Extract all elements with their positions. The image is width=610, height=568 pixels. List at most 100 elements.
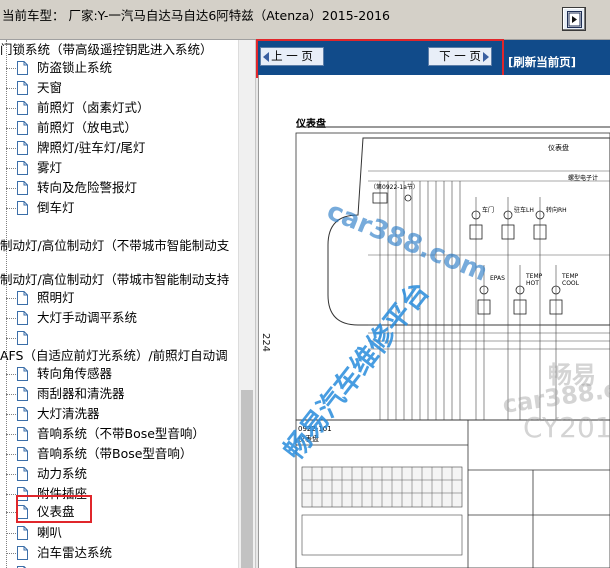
tree-item[interactable]: 大灯清洗器 [0,404,238,424]
tree-item-label: 大灯手动调平系统 [37,310,138,325]
tree-item-label: 前照灯（放电式） [37,120,138,135]
tree-item[interactable]: 前照灯（放电式） [0,118,238,138]
tree-branch-line [6,414,16,415]
ref-code: （第0922-1a节） [370,184,419,191]
tree-branch-line [6,298,16,299]
document-icon [17,121,28,135]
tree-item-label: 制动灯/高位制动灯（不带城市智能制动支 [0,238,230,253]
tree-branch-line [6,148,16,149]
tree-branch-line [6,108,16,109]
tree-scrollbar[interactable] [238,40,255,568]
tree-branch-line [6,434,16,435]
tree-item[interactable]: 喇叭 [0,523,238,543]
tree-item[interactable]: 音响系统（带Bose型音响） [0,444,238,464]
selected-item-highlight-box [16,495,92,523]
tree-item[interactable]: 倒车灯 [0,198,238,218]
page-number: 224 [260,332,272,353]
tree-item-label: 动力系统 [37,466,88,481]
tree-item-label: 音响系统（带Bose型音响） [37,446,193,461]
tree-branch-line [6,454,16,455]
label-park-lh: 驻车LH [514,207,534,214]
document-icon [17,81,28,95]
tree-branch-line [6,512,16,513]
tree-item[interactable]: 制动灯/高位制动灯（带城市智能制动支持 [0,270,238,290]
tree-item-label: 音响系统（不带Bose型音响） [37,426,205,441]
tree-item-label: 倒车灯 [37,200,75,215]
watermark-cy2016: CY2016 [523,411,610,444]
tree-item[interactable]: 天窗 [0,78,238,98]
document-icon [17,447,28,461]
tree-branch-line [6,494,16,495]
toggle-view-button[interactable] [562,7,586,31]
tree-item-label: 泊车雷达系统 [37,545,113,560]
tree-item[interactable]: AFS（自适应前灯光系统）/前照灯自动调 [0,346,238,366]
label-turn-rh: 转向RH [546,207,567,214]
tree-item[interactable]: 雨刮器和清洗器 [0,384,238,404]
tree-branch-line [6,374,16,375]
tree-item[interactable]: 制动灯/高位制动灯（不带城市智能制动支 [0,236,238,256]
document-icon [17,467,28,481]
tree-branch-line [6,128,16,129]
tree-item[interactable]: 泊车雷达系统 [0,543,238,563]
tree-item-label: 防盗锁止系统 [37,60,113,75]
tree-item-label: 喇叭 [37,525,63,540]
tree-item-label: 牌照灯/驻车灯/尾灯 [37,140,146,155]
diagram-title: 仪表盘 [296,119,326,130]
tree-item-label: 雾灯 [37,160,63,175]
label-door: 车门 [482,207,495,214]
tree-item[interactable]: 照明灯 [0,288,238,308]
panel-toggle-icon [567,11,582,28]
tree-branch-line [6,533,16,534]
tree-item-label: 转向角传感器 [37,366,113,381]
tree-branch-line [6,338,16,339]
document-icon [17,141,28,155]
tree-item-label: 照明灯 [37,290,75,305]
document-icon [17,526,28,540]
document-icon [17,161,28,175]
tree-item-label: 转向及危险警报灯 [37,180,138,195]
document-icon [17,367,28,381]
tree-branch-line [6,553,16,554]
tree-item-label: 前照灯（卤素灯式） [37,100,150,115]
document-icon [17,61,28,75]
tree-item[interactable] [0,328,238,348]
inner-title: 仪表盘 [548,144,569,152]
document-icon [17,427,28,441]
title-bar: 当前车型： 厂家:Y-一汽马自达马自达6阿特兹（Atenza）2015-2016 [0,0,610,40]
tree-branch-line [6,188,16,189]
document-viewer[interactable]: 仪表盘 仪表盘 螺型电子计 （第0922-1a节） 车门 驻车LH 转向RH E… [258,75,610,568]
tree-item[interactable]: 门锁系统（带高级遥控钥匙进入系统） [0,40,238,60]
tree-item-label: AFS（自适应前灯光系统）/前照灯自动调 [0,348,228,363]
tree-item[interactable]: 动力系统 [0,464,238,484]
tree-item[interactable]: 雾灯 [0,158,238,178]
tree-branch-line [6,208,16,209]
tree-scroll-thumb[interactable] [241,390,253,568]
chapter-tree[interactable]: 门锁系统（带高级遥控钥匙进入系统） 防盗锁止系统 天窗前照灯（卤素灯式） 前照灯（放电… [0,40,238,568]
document-icon [17,407,28,421]
tree-item[interactable] [0,563,238,568]
document-icon [17,311,28,325]
document-icon [17,546,28,560]
tree-branch-line [6,168,16,169]
tree-item-label: 门锁系统（带高级遥控钥匙进入系统） [0,42,213,57]
tree-item-label: 制动灯/高位制动灯（带城市智能制动支持 [0,272,230,287]
tree-item[interactable]: 转向角传感器 [0,364,238,384]
document-icon [17,331,28,345]
tree-item[interactable]: 牌照灯/驻车灯/尾灯 [0,138,238,158]
tree-item[interactable]: 转向及危险警报灯 [0,178,238,198]
tree-item[interactable]: 前照灯（卤素灯式） [0,98,238,118]
tree-item-label: 大灯清洗器 [37,406,100,421]
label-epas: EPAS [490,275,505,282]
tree-item[interactable]: 大灯手动调平系统 [0,308,238,328]
window-title: 当前车型： 厂家:Y-一汽马自达马自达6阿特兹（Atenza）2015-2016 [2,8,391,23]
tree-item[interactable]: 音响系统（不带Bose型音响） [0,424,238,444]
document-icon [17,291,28,305]
label-temp-cool: TEMP COOL [562,273,579,287]
document-icon [17,387,28,401]
tree-branch-line [6,474,16,475]
refresh-page-link[interactable]: [刷新当前页] [508,54,576,70]
tree-item-label: 天窗 [37,80,63,95]
tree-item[interactable]: 防盗锁止系统 [0,58,238,78]
document-icon [17,101,28,115]
document-icon [17,201,28,215]
